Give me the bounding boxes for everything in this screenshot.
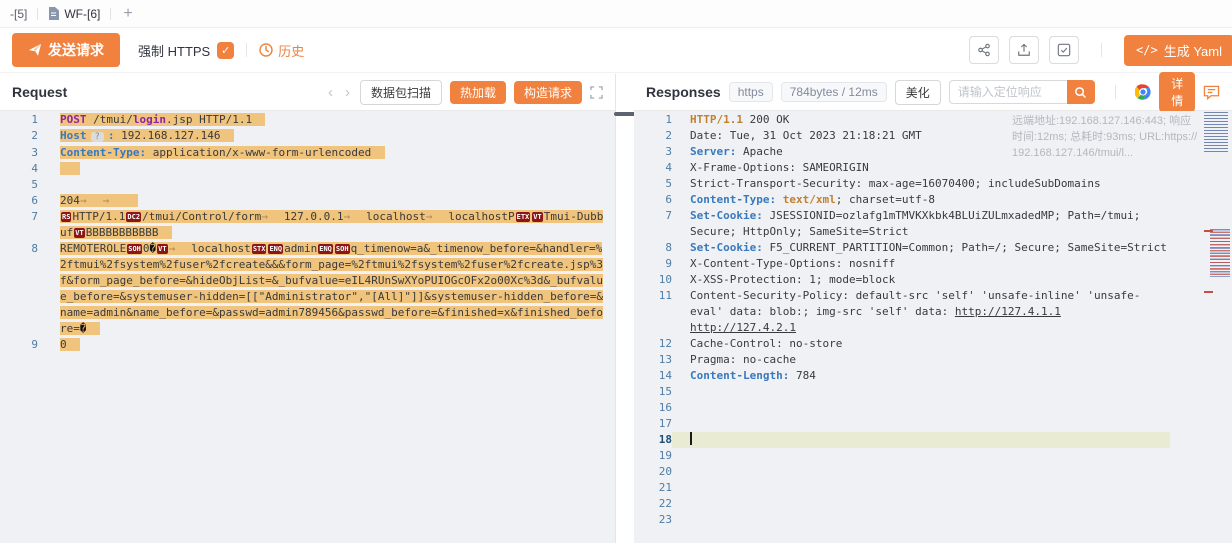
main-toolbar: 发送请求 强制 HTTPS ✓ 历史 </> 生成 Yam [0,28,1232,73]
tab-wf-6[interactable]: WF-[6] [38,0,110,27]
beautify-button[interactable]: 美化 [895,80,941,105]
code-line: 22 [634,496,1232,512]
tab-label: -[5] [10,7,27,21]
toolbar-divider [1101,43,1102,57]
code-line: 2Host?: 192.168.127.146 [0,128,615,145]
construct-request-button[interactable]: 构造请求 [514,81,582,104]
code-line: 7RSHTTP/1.1DC2/tmui/Control/form→127.0.0… [0,209,615,241]
code-line: 6204→→ [0,193,615,209]
code-line: 8REMOTEROLESOH0�VT→localhostSTXENQadminE… [0,241,615,337]
add-tab-button[interactable]: + [111,5,144,23]
response-meta-info: 远端地址:192.168.127.146:443; 响应时间:12ms; 总耗时… [1012,113,1198,161]
minimap-headers-block [1204,112,1228,153]
chrome-icon[interactable] [1135,84,1151,100]
code-line: 5Strict-Transport-Security: max-age=1607… [634,176,1232,192]
code-line: 16 [634,400,1232,416]
response-panel-title: Responses [646,84,721,100]
code-line: 17 [634,416,1232,432]
response-search [949,80,1095,104]
history-button[interactable]: 历史 [259,41,304,60]
code-line: 90 [0,337,615,353]
share-icon [977,43,991,57]
send-icon [28,43,42,57]
code-line: 21 [634,480,1232,496]
code-line: 1POST /tmui/login.jsp HTTP/1.1 [0,112,615,128]
packet-scan-button[interactable]: 数据包扫描 [360,80,442,105]
fullscreen-icon[interactable] [590,86,603,99]
force-https-checkbox[interactable]: ✓ [217,42,234,59]
code-line: 23 [634,512,1232,528]
response-code: 1HTTP/1.1 200 OK2Date: Tue, 31 Oct 2023 … [634,112,1232,528]
code-line: 7Set-Cookie: JSESSIONID=ozlafg1mTMVKXkbk… [634,208,1232,240]
code-line: 15 [634,384,1232,400]
protocol-badge: https [729,82,773,102]
minimap-body-block [1210,229,1230,277]
request-panel: Request ‹ › 数据包扫描 热加载 构造请求 1POST /tmui/l… [0,74,616,543]
code-line: 20 [634,464,1232,480]
response-panel: Responses https 784bytes / 12ms 美化 [634,74,1232,543]
send-request-button[interactable]: 发送请求 [12,33,120,67]
hot-reload-button[interactable]: 热加载 [450,81,506,104]
code-line: 19 [634,448,1232,464]
search-input[interactable] [949,80,1067,104]
text-cursor [690,432,692,445]
toolbar-divider [246,43,247,57]
share-button[interactable] [969,36,999,64]
edit-check-button[interactable] [1049,36,1079,64]
request-panel-title: Request [12,84,67,100]
tab-wf-5[interactable]: -[5] [0,0,37,27]
minimap-marker [1204,291,1213,293]
export-icon [1017,43,1031,57]
file-icon [48,7,59,20]
code-line: 4 [0,161,615,177]
size-time-badge: 784bytes / 12ms [781,82,887,102]
code-line: 4X-Frame-Options: SAMEORIGIN [634,160,1232,176]
code-line: 12Cache-Control: no-store [634,336,1232,352]
force-https-label: 强制 HTTPS [138,41,210,60]
feedback-message-icon[interactable] [1203,84,1220,100]
minimap[interactable] [1204,111,1230,421]
header-divider [1115,85,1116,99]
code-line: 13Pragma: no-cache [634,352,1232,368]
code-line: 5 [0,177,615,193]
panel-splitter[interactable] [616,74,634,543]
tab-label: WF-[6] [64,7,100,21]
generate-yaml-button[interactable]: </> 生成 Yaml [1124,35,1232,66]
code-line: 10X-XSS-Protection: 1; mode=block [634,272,1232,288]
history-next-icon[interactable]: › [343,85,352,100]
window-tab-bar: -[5] WF-[6] + [0,0,1232,28]
code-line: 11Content-Security-Policy: default-src '… [634,288,1232,336]
clock-icon [259,43,273,57]
code-line: 8Set-Cookie: F5_CURRENT_PARTITION=Common… [634,240,1232,256]
search-icon [1074,86,1087,99]
request-editor[interactable]: 1POST /tmui/login.jsp HTTP/1.12Host?: 19… [0,111,615,543]
response-editor[interactable]: 1HTTP/1.1 200 OK2Date: Tue, 31 Oct 2023 … [634,111,1232,543]
code-line: 6Content-Type: text/xml; charset=utf-8 [634,192,1232,208]
code-line: 9X-Content-Type-Options: nosniff [634,256,1232,272]
history-prev-icon[interactable]: ‹ [326,85,335,100]
request-code: 1POST /tmui/login.jsp HTTP/1.12Host?: 19… [0,112,615,353]
export-button[interactable] [1009,36,1039,64]
details-button[interactable]: 详情 [1159,72,1195,112]
code-line: 14Content-Length: 784 [634,368,1232,384]
minimap-marker [1204,230,1213,232]
edit-check-icon [1057,43,1071,57]
code-line: 3Content-Type: application/x-www-form-ur… [0,145,615,161]
code-line: 18 [634,432,1232,448]
search-button[interactable] [1067,80,1095,104]
